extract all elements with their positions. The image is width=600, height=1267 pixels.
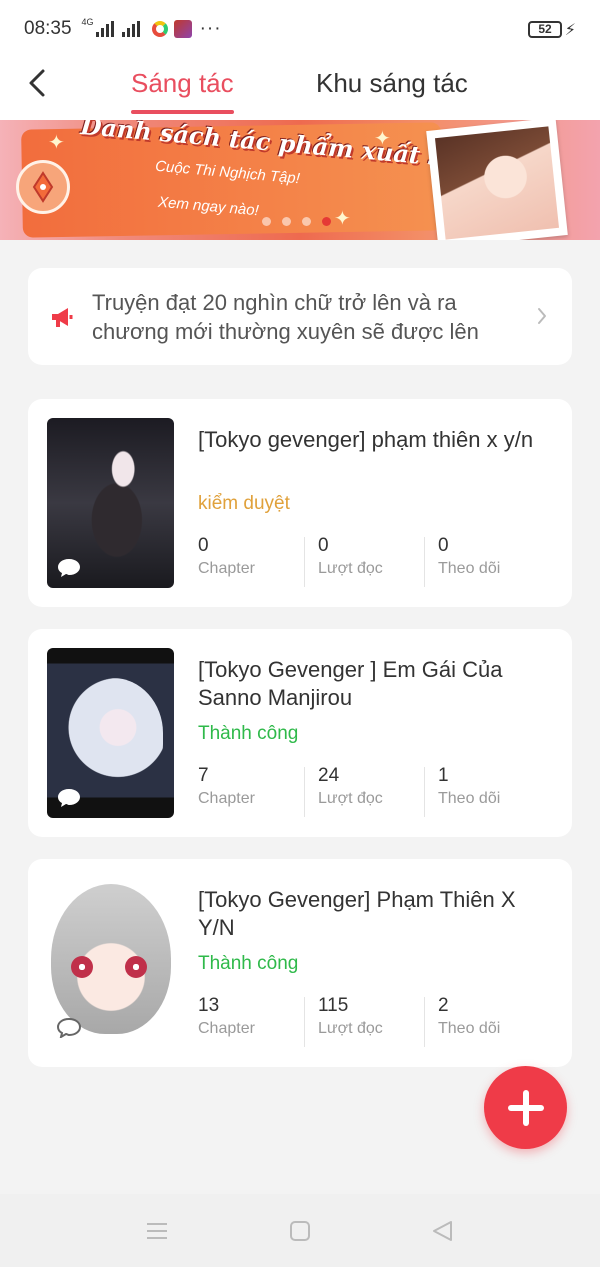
pager-dot [302, 217, 311, 226]
charging-icon: ⚡ [564, 22, 576, 39]
more-notifications-icon: ··· [199, 18, 222, 39]
plus-icon [507, 1089, 544, 1126]
tab-sang-tac[interactable]: Sáng tác [131, 68, 234, 99]
pager-dot [282, 217, 291, 226]
browser-notification-icon [151, 21, 168, 37]
stat-follows: 1 Theo dõi [424, 765, 558, 817]
app-notification-icon [173, 20, 192, 38]
story-stats: 0 Chapter 0 Lượt đọc 0 Theo dõi [198, 535, 558, 587]
stat-reads: 0 Lượt đọc [304, 535, 438, 587]
add-story-button[interactable] [484, 1066, 567, 1149]
stat-chapters: 7 Chapter [198, 765, 255, 807]
pen-nib-icon [16, 160, 70, 214]
story-title: [Tokyo Gevenger] Phạm Thiên X Y/N [198, 887, 516, 940]
stat-chapters: 13 Chapter [198, 995, 255, 1037]
pager-dot [262, 217, 271, 226]
story-status: kiểm duyệt [198, 493, 290, 514]
comment-icon [57, 1018, 81, 1038]
stat-chapters: 0 Chapter [198, 535, 255, 577]
banner-pager [262, 217, 331, 226]
chevron-left-icon[interactable] [24, 68, 54, 98]
story-card[interactable]: [Tokyo Gevenger ] Em Gái Của Sanno Manji… [28, 629, 572, 837]
story-card[interactable]: [Tokyo Gevenger] Phạm Thiên X Y/N Thành … [28, 859, 572, 1067]
story-cover[interactable] [47, 878, 174, 1048]
signal-icon [95, 21, 114, 37]
top-header: Sáng tác Khu sáng tác [0, 58, 600, 120]
story-cover[interactable] [47, 418, 174, 588]
active-tab-indicator [131, 110, 234, 114]
comment-icon [58, 559, 80, 577]
notice-text: Truyện đạt 20 nghìn chữ trở lên và ra ch… [92, 290, 479, 344]
stat-reads: 24 Lượt đọc [304, 765, 438, 817]
story-title: [Tokyo gevenger] phạm thiên x y/n [198, 427, 534, 452]
stat-follows: 2 Theo dõi [424, 995, 558, 1047]
story-status: Thành công [198, 723, 299, 744]
status-time: 08:35 [24, 18, 72, 39]
sparkle-icon: ✦ [334, 208, 351, 230]
comment-icon [58, 789, 80, 807]
story-stats: 7 Chapter 24 Lượt đọc 1 Theo dõi [198, 765, 558, 817]
stat-follows: 0 Theo dõi [424, 535, 558, 587]
status-bar: 08:35 4G ··· 52 ⚡ [0, 0, 600, 58]
tab-khu-sang-tac[interactable]: Khu sáng tác [316, 68, 468, 99]
banner-illustration [426, 120, 568, 240]
story-status: Thành công [198, 953, 299, 974]
network-type: 4G [81, 17, 94, 27]
battery-icon: 52 [528, 21, 562, 38]
menu-icon[interactable] [144, 1218, 170, 1244]
home-square-icon[interactable] [287, 1218, 313, 1244]
pager-dot-active [322, 217, 331, 226]
story-cover[interactable] [47, 648, 174, 818]
back-triangle-icon[interactable] [430, 1218, 456, 1244]
story-stats: 13 Chapter 115 Lượt đọc 2 Theo dõi [198, 995, 558, 1047]
system-nav-bar [0, 1194, 600, 1267]
sparkle-icon: ✦ [48, 132, 65, 154]
story-card[interactable]: [Tokyo gevenger] phạm thiên x y/n kiểm d… [28, 399, 572, 607]
chevron-right-icon [538, 308, 546, 324]
story-title: [Tokyo Gevenger ] Em Gái Của Sanno Manji… [198, 657, 503, 710]
sparkle-icon: ✦ [374, 128, 391, 150]
signal-2-icon [121, 21, 140, 37]
notice-card[interactable]: Truyện đạt 20 nghìn chữ trở lên và ra ch… [28, 268, 572, 365]
stat-reads: 115 Lượt đọc [304, 995, 438, 1047]
megaphone-icon [52, 308, 73, 327]
